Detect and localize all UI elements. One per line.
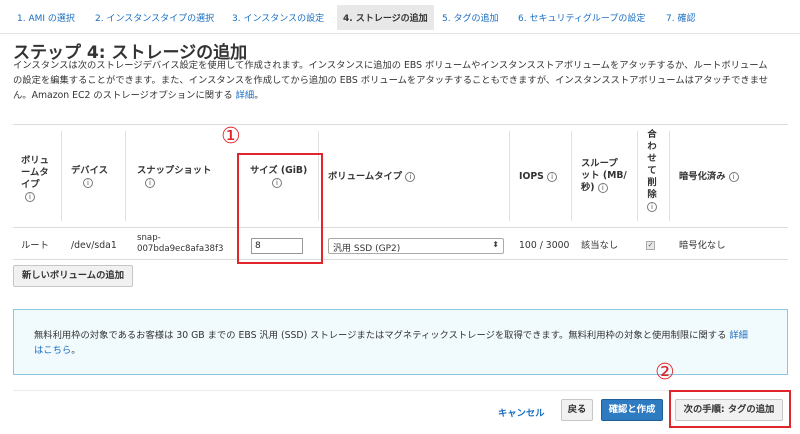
description-link[interactable]: 詳細 xyxy=(236,90,255,101)
header-volume-kind: ボリュームタイプ i xyxy=(328,171,416,183)
cancel-link[interactable]: キャンセル xyxy=(498,405,545,419)
info-icon[interactable]: i xyxy=(597,182,608,193)
info-icon[interactable]: i xyxy=(405,171,416,182)
header-delete-char-3: せ xyxy=(647,153,657,164)
header-throughput: スループ ット (MB/ 秒) i xyxy=(581,158,627,194)
info-icon[interactable]: i xyxy=(83,177,93,188)
delete-on-termination-checkbox[interactable]: ✓ xyxy=(646,241,655,250)
annotation-marker-2: ② xyxy=(655,360,675,385)
header-volume-kind-label: ボリュームタイプ xyxy=(328,171,403,182)
annotation-marker-1: ① xyxy=(221,124,241,149)
add-volume-button[interactable]: 新しいボリュームの追加 xyxy=(13,265,133,287)
header-volume-type: ボリュ ームタ イプ i xyxy=(21,155,49,203)
header-volume-type-line1: ボリュ xyxy=(21,155,49,166)
header-encrypted-label: 暗号化済み xyxy=(679,171,726,182)
header-delete-char-2: わ xyxy=(647,141,657,152)
description-text: インスタンスは次のストレージデバイス設定を使用して作成されます。インスタンスに追… xyxy=(13,60,769,101)
header-volume-type-line2: ームタ xyxy=(21,167,49,178)
page-description: インスタンスは次のストレージデバイス設定を使用して作成されます。インスタンスに追… xyxy=(13,58,773,103)
tab-ami[interactable]: 1. AMI の選択 xyxy=(17,11,75,24)
header-volume-type-line3: イプ xyxy=(21,179,40,190)
info-icon[interactable]: i xyxy=(647,201,657,212)
free-tier-end: 。 xyxy=(71,345,81,356)
cell-iops: 100 / 3000 xyxy=(519,240,570,251)
tab-tags[interactable]: 5. タグの追加 xyxy=(442,11,498,24)
annotation-box-next xyxy=(669,390,791,428)
column-divider xyxy=(637,131,638,221)
header-encrypted: 暗号化済み i xyxy=(679,171,739,183)
header-throughput-line1: スループ xyxy=(581,158,618,169)
header-delete-char-5: 削 xyxy=(647,177,657,188)
volume-type-select[interactable]: 汎用 SSD (GP2) ⬍ xyxy=(328,238,504,254)
tab-security-group[interactable]: 6. セキュリティグループの設定 xyxy=(518,11,645,24)
annotation-box-size xyxy=(237,153,323,264)
tab-instance-type[interactable]: 2. インスタンスタイプの選択 xyxy=(95,11,214,24)
header-throughput-line2: ット (MB/ xyxy=(581,170,627,181)
description-end: 。 xyxy=(254,90,264,101)
column-divider xyxy=(669,131,670,221)
header-delete-char-4: て xyxy=(647,165,657,176)
review-and-launch-button[interactable]: 確認と作成 xyxy=(601,399,663,421)
tab-instance-config[interactable]: 3. インスタンスの設定 xyxy=(232,11,324,24)
free-tier-text: 無料利用枠の対象であるお客様は 30 GB までの EBS 汎用 (SSD) ス… xyxy=(34,328,754,358)
cell-snapshot-line1: snap- xyxy=(137,233,161,243)
cell-encrypted: 暗号化なし xyxy=(679,240,726,251)
info-icon[interactable]: i xyxy=(728,171,739,182)
header-delete-char-6: 除 xyxy=(647,189,657,200)
column-divider xyxy=(125,131,126,221)
header-device-label: デバイス xyxy=(71,165,108,176)
info-icon[interactable]: i xyxy=(547,171,558,182)
volume-type-value: 汎用 SSD (GP2) xyxy=(333,244,401,254)
header-snapshot: スナップショット i xyxy=(137,165,211,189)
select-arrows-icon: ⬍ xyxy=(492,240,499,249)
cell-device: /dev/sda1 xyxy=(71,240,117,251)
wizard-tabs: 1. AMI の選択 2. インスタンスタイプの選択 3. インスタンスの設定 … xyxy=(0,0,800,34)
column-divider xyxy=(509,131,510,221)
tab-storage[interactable]: 4. ストレージの追加 xyxy=(337,5,434,30)
header-delete-char-1: 合 xyxy=(647,129,657,140)
header-device: デバイス i xyxy=(71,165,108,189)
table-row: ルート /dev/sda1 snap- 007bda9ec8afa38f3 汎用… xyxy=(13,230,788,260)
column-divider xyxy=(61,131,62,221)
cell-snapshot-line2: 007bda9ec8afa38f3 xyxy=(137,244,224,254)
header-iops-label: IOPS xyxy=(519,171,544,182)
table-header: ボリュ ームタ イプ i デバイス i スナップショット i サイズ (GiB)… xyxy=(13,124,788,228)
tab-review[interactable]: 7. 確認 xyxy=(666,11,695,24)
cell-volume-type: ルート xyxy=(21,240,49,251)
cell-snapshot: snap- 007bda9ec8afa38f3 xyxy=(137,233,224,255)
header-throughput-line3: 秒) xyxy=(581,182,595,193)
header-iops: IOPS i xyxy=(519,171,558,183)
free-tier-body: 無料利用枠の対象であるお客様は 30 GB までの EBS 汎用 (SSD) ス… xyxy=(34,330,727,341)
info-icon[interactable]: i xyxy=(25,191,35,202)
cell-throughput: 該当なし xyxy=(581,240,619,251)
back-button[interactable]: 戻る xyxy=(561,399,593,421)
column-divider xyxy=(571,131,572,221)
header-snapshot-label: スナップショット xyxy=(137,165,212,176)
info-icon[interactable]: i xyxy=(145,177,155,188)
header-delete-on-termination: 合 わ せ て 削 除 i xyxy=(645,129,659,213)
